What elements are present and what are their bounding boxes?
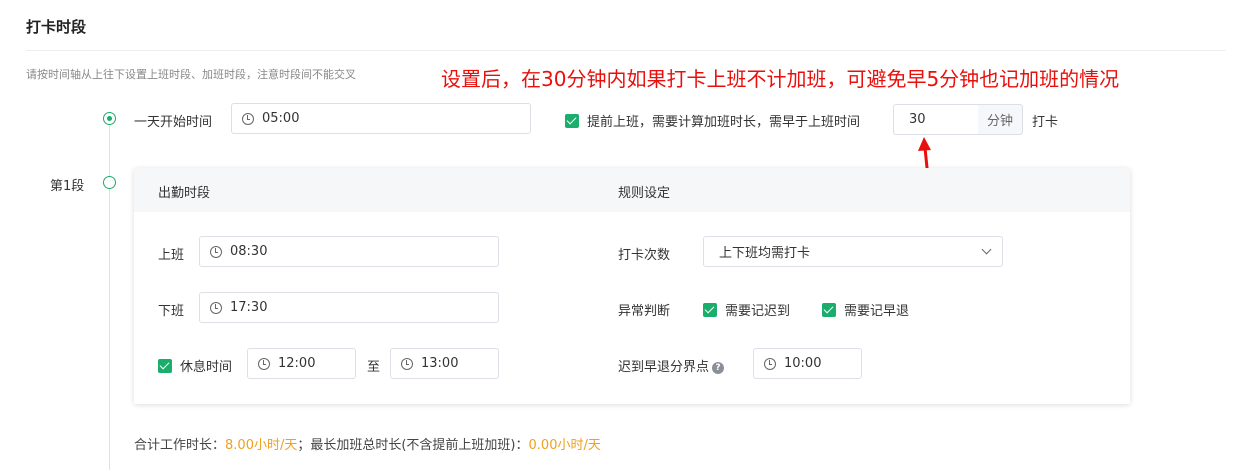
off-duty-label: 下班 <box>158 304 185 319</box>
off-duty-time-picker[interactable]: 17:30 <box>199 292 499 323</box>
page-title: 打卡时段 <box>26 18 87 36</box>
on-duty-label: 上班 <box>158 248 185 263</box>
chevron-down-icon <box>981 244 992 255</box>
title-divider <box>26 50 1226 51</box>
exception-label: 异常判断 <box>618 304 671 319</box>
break-range-separator: 至 <box>367 360 381 375</box>
segment-label: 第1段 <box>50 179 85 194</box>
segment-card: 出勤时段 规则设定 上班 08:30 下班 17:30 休息时间 12:00 至… <box>134 168 1130 404</box>
early-checkin-label: 提前上班，需要计算加班时长，需早于上班时间 <box>587 115 861 130</box>
break-time-checkbox[interactable]: 休息时间 <box>158 356 232 375</box>
clock-icon <box>210 245 222 258</box>
total-work-label: 合计工作时长： <box>134 438 226 453</box>
punch-times-label: 打卡次数 <box>618 248 671 263</box>
attendance-period-header: 出勤时段 <box>158 186 211 201</box>
clock-icon <box>210 301 222 314</box>
early-minutes-input[interactable]: 30 <box>893 104 979 135</box>
minutes-unit-addon: 分钟 <box>978 104 1023 135</box>
on-duty-time-value: 08:30 <box>230 244 268 259</box>
punch-times-value: 上下班均需打卡 <box>719 246 811 261</box>
clock-icon <box>242 112 254 125</box>
day-start-label: 一天开始时间 <box>134 115 213 130</box>
max-overtime-label: 最长加班总时长(不含提前上班加班)： <box>310 438 529 453</box>
annotation-text: 设置后，在30分钟内如果打卡上班不计加班，可避免早5分钟也记加班的情况 <box>441 67 1120 91</box>
timeline-dot-segment-1 <box>103 176 116 189</box>
segment-card-header: 出勤时段 规则设定 <box>134 168 1130 212</box>
work-summary: 合计工作时长：8.00小时/天；最长加班总时长(不含提前上班加班)：0.00小时… <box>134 434 601 453</box>
early-minutes-value: 30 <box>909 112 926 127</box>
break-start-time-picker[interactable]: 12:00 <box>247 348 356 379</box>
checkbox-checked-icon <box>158 358 172 373</box>
record-early-leave-label: 需要记早退 <box>844 304 910 319</box>
day-start-time-picker[interactable]: 05:00 <box>231 103 531 134</box>
break-end-time-picker[interactable]: 13:00 <box>390 348 499 379</box>
record-early-leave-checkbox[interactable]: 需要记早退 <box>822 300 909 319</box>
clock-icon <box>401 357 413 370</box>
threshold-label-text: 迟到早退分界点 <box>618 360 710 375</box>
record-late-label: 需要记迟到 <box>725 304 791 319</box>
clock-icon <box>258 357 270 370</box>
early-checkin-checkbox[interactable]: 提前上班，需要计算加班时长，需早于上班时间 <box>565 111 860 130</box>
rule-settings-header: 规则设定 <box>618 186 671 201</box>
help-icon[interactable]: ? <box>712 362 725 374</box>
checkbox-checked-icon <box>822 302 836 317</box>
max-overtime-value: 0.00小时/天 <box>528 438 601 453</box>
day-start-time-value: 05:00 <box>262 111 300 126</box>
record-late-checkbox[interactable]: 需要记迟到 <box>703 300 790 319</box>
checkbox-checked-icon <box>703 302 717 317</box>
total-work-value: 8.00小时/天 <box>225 438 298 453</box>
late-early-threshold-label: 迟到早退分界点? <box>618 356 725 375</box>
break-end-value: 13:00 <box>421 356 459 371</box>
threshold-time-picker[interactable]: 10:00 <box>753 348 862 379</box>
on-duty-time-picker[interactable]: 08:30 <box>199 236 499 267</box>
checkbox-checked-icon <box>565 113 579 128</box>
punch-times-select[interactable]: 上下班均需打卡 <box>703 236 1003 267</box>
off-duty-time-value: 17:30 <box>230 300 268 315</box>
timeline-dot-day-start <box>103 112 116 125</box>
summary-separator: ； <box>297 438 311 453</box>
break-start-value: 12:00 <box>278 356 316 371</box>
timeline-hint: 请按时间轴从上往下设置上班时段、加班时段，注意时段间不能交叉 <box>26 68 356 81</box>
early-checkin-suffix: 打卡 <box>1032 115 1059 130</box>
clock-icon <box>764 357 776 370</box>
break-time-label: 休息时间 <box>180 360 233 375</box>
threshold-time-value: 10:00 <box>784 356 822 371</box>
